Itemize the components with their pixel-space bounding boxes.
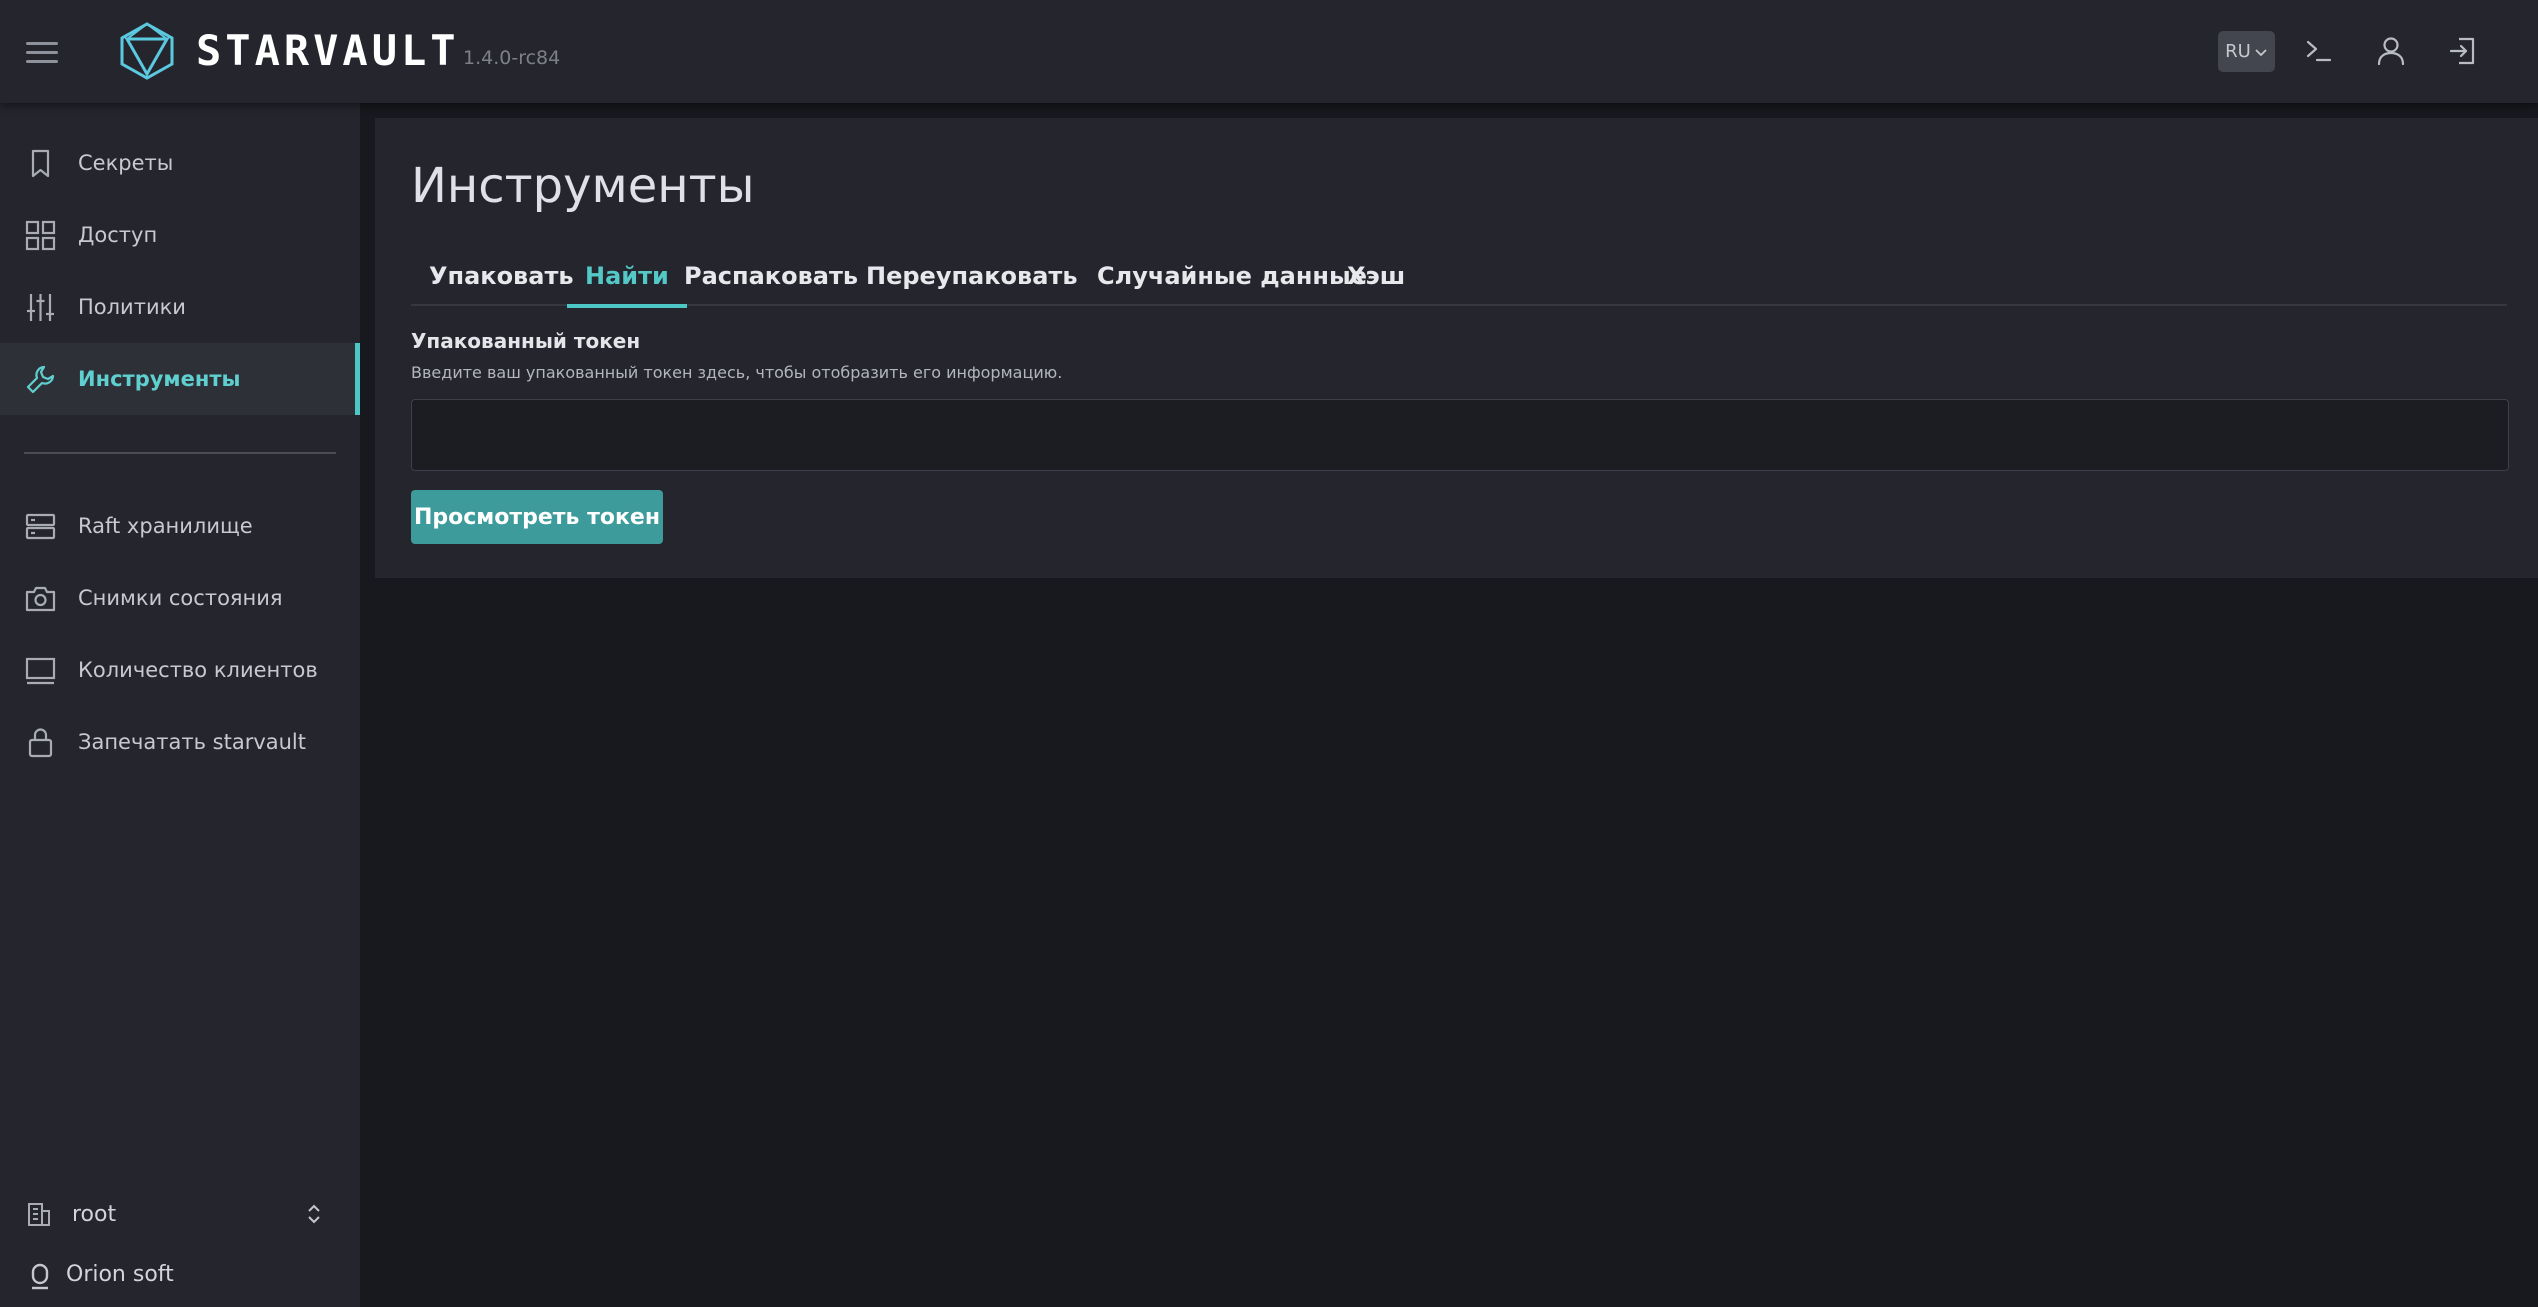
- version-label: 1.4.0-rc84: [463, 47, 561, 69]
- sidebar-item-label: Секреты: [78, 151, 174, 175]
- language-label: RU: [2225, 41, 2251, 62]
- camera-icon: [24, 582, 57, 615]
- page-title: Инструменты: [411, 158, 755, 214]
- namespace-label: root: [72, 1201, 117, 1227]
- wrapped-token-label: Упакованный токен: [411, 329, 641, 353]
- tab-hash[interactable]: Хэш: [1329, 248, 1423, 306]
- sidebar-item-access[interactable]: Доступ: [0, 199, 360, 271]
- tools-tabs: Упаковать Найти Распаковать Переупаковат…: [411, 248, 2507, 308]
- org-logo-icon: [31, 1263, 49, 1290]
- lock-icon: [24, 726, 57, 759]
- sidebar-item-client-count[interactable]: Количество клиентов: [0, 634, 360, 706]
- tab-wrap[interactable]: Упаковать: [411, 248, 592, 306]
- sidebar-item-label: Инструменты: [78, 367, 241, 391]
- sidebar-item-label: Политики: [78, 295, 186, 319]
- menu-icon[interactable]: [26, 40, 58, 64]
- sidebar-item-label: Запечатать starvault: [78, 730, 306, 754]
- tab-unwrap[interactable]: Распаковать: [666, 248, 876, 306]
- sidebar-item-label: Доступ: [78, 223, 158, 247]
- monitor-icon: [24, 654, 57, 687]
- namespace-selector[interactable]: root: [24, 1194, 324, 1234]
- sidebar-item-snapshots[interactable]: Снимки состояния: [0, 562, 360, 634]
- sidebar-item-seal[interactable]: Запечатать starvault: [0, 706, 360, 778]
- building-icon: [28, 1203, 50, 1226]
- terminal-icon[interactable]: [2302, 34, 2336, 68]
- sidebar-item-tools[interactable]: Инструменты: [0, 343, 360, 415]
- brand-name[interactable]: STARVAULT: [196, 28, 460, 74]
- top-header: STARVAULT 1.4.0-rc84 RU: [0, 0, 2538, 103]
- sidebar-item-label: Снимки состояния: [78, 586, 283, 610]
- server-icon: [24, 510, 57, 543]
- grid-icon: [24, 219, 57, 252]
- lookup-token-button[interactable]: Просмотреть токен: [411, 490, 663, 544]
- sidebar-item-policies[interactable]: Политики: [0, 271, 360, 343]
- sidebar-divider: [24, 452, 336, 454]
- sidebar-item-label: Raft хранилище: [78, 514, 253, 538]
- organization-info: Orion soft: [24, 1256, 324, 1296]
- wrench-icon: [24, 363, 57, 396]
- sidebar: Секреты Доступ Политики Инструменты Raft…: [0, 103, 360, 1307]
- organization-label: Orion soft: [66, 1262, 174, 1287]
- bookmark-icon: [24, 147, 57, 180]
- chevron-down-icon: [2255, 48, 2267, 56]
- sliders-icon: [24, 291, 57, 324]
- sidebar-item-label: Количество клиентов: [78, 658, 318, 682]
- logo-icon: [119, 22, 175, 80]
- language-select[interactable]: RU: [2218, 31, 2275, 72]
- wrapped-token-help: Введите ваш упакованный токен здесь, что…: [411, 363, 1063, 382]
- logout-icon[interactable]: [2446, 34, 2480, 68]
- tab-rewrap[interactable]: Переупаковать: [848, 248, 1096, 306]
- tools-panel: Инструменты Упаковать Найти Распаковать …: [375, 118, 2538, 578]
- chevron-up-down-icon: [308, 1204, 320, 1224]
- sidebar-item-raft-storage[interactable]: Raft хранилище: [0, 490, 360, 562]
- wrapped-token-input[interactable]: [411, 399, 2509, 471]
- user-icon[interactable]: [2374, 34, 2408, 68]
- sidebar-item-secrets[interactable]: Секреты: [0, 127, 360, 199]
